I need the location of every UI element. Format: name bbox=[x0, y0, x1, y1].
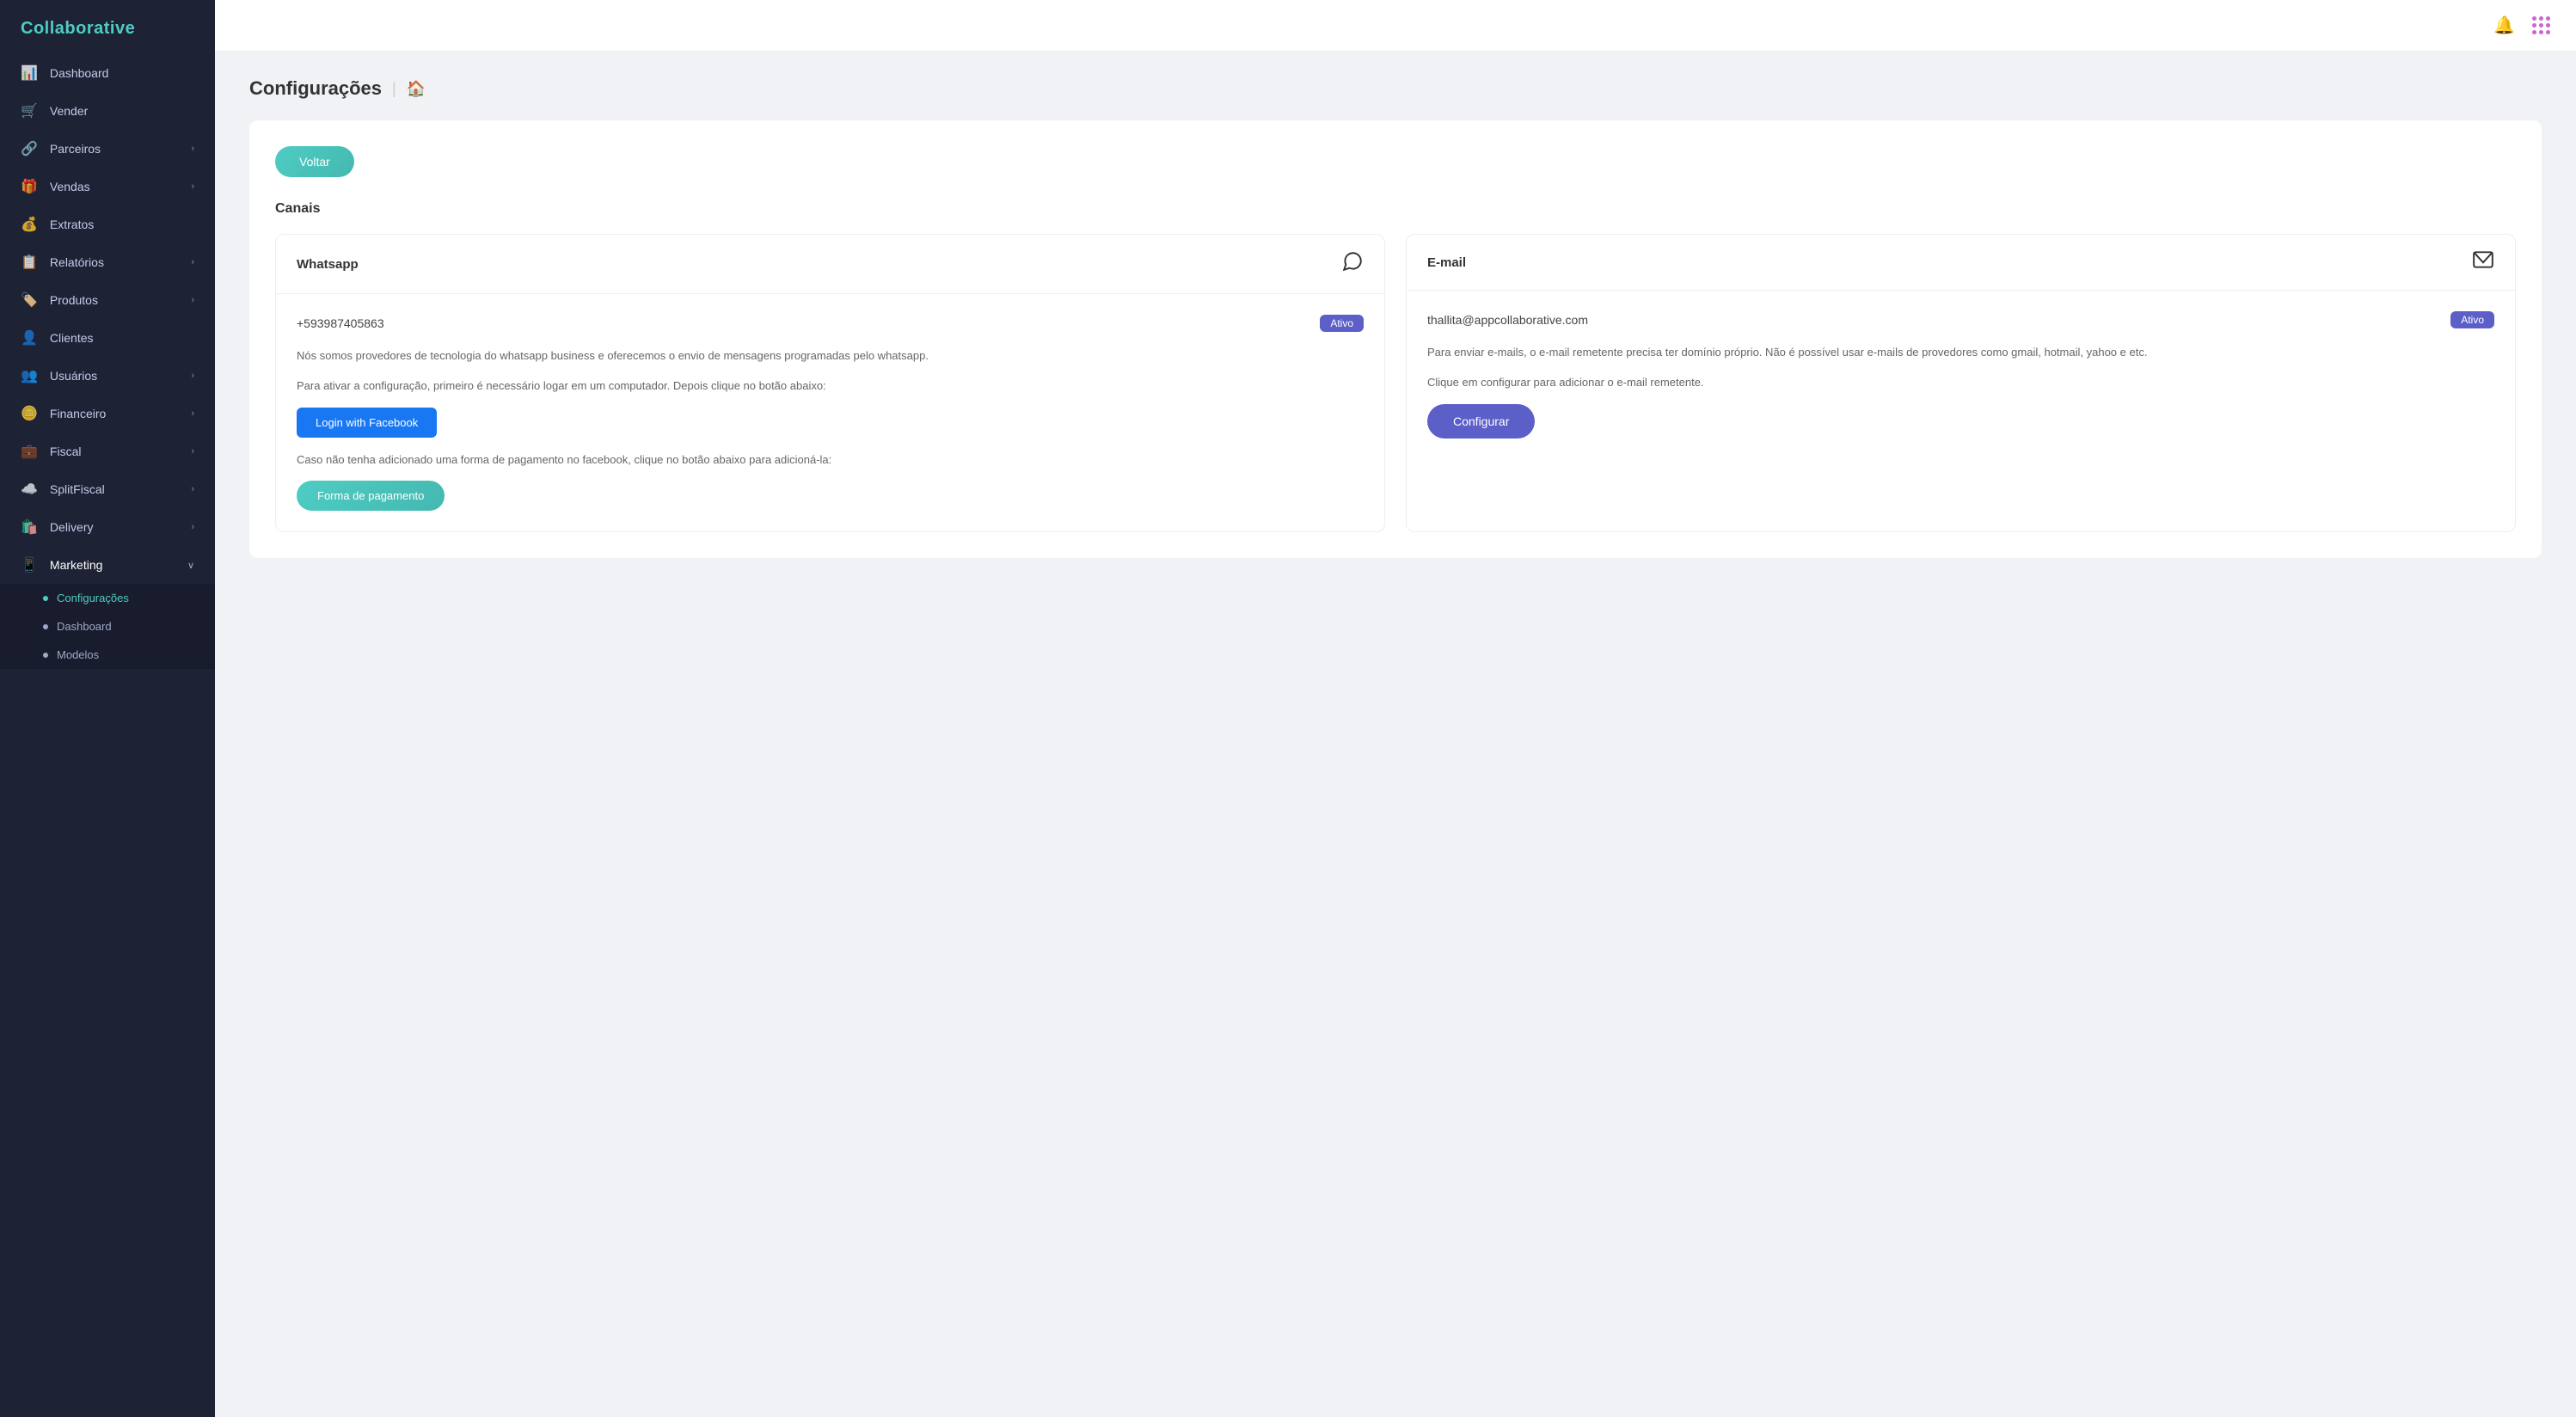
vendas-icon: 🎁 bbox=[21, 178, 38, 195]
sidebar-item-dashboard[interactable]: 📊 Dashboard bbox=[0, 54, 215, 92]
topbar-icons: 🔔 bbox=[2493, 15, 2550, 36]
sidebar-item-usuarios[interactable]: 👥 Usuários › bbox=[0, 357, 215, 395]
email-info-row: thallita@appcollaborative.com Ativo bbox=[1427, 311, 2494, 328]
chevron-down-icon: ∨ bbox=[187, 560, 194, 571]
fiscal-icon: 💼 bbox=[21, 443, 38, 460]
extratos-icon: 💰 bbox=[21, 216, 38, 233]
email-card: E-mail thallita@appcollaborative.com Ati… bbox=[1406, 234, 2516, 532]
email-address: thallita@appcollaborative.com bbox=[1427, 313, 1588, 327]
sidebar-item-splitfiscal[interactable]: ☁️ SplitFiscal › bbox=[0, 470, 215, 508]
dashboard-icon: 📊 bbox=[21, 64, 38, 82]
chevron-right-icon: › bbox=[191, 144, 194, 154]
email-icon bbox=[2472, 250, 2494, 274]
email-card-header: E-mail bbox=[1407, 235, 2515, 291]
whatsapp-phone: +593987405863 bbox=[297, 316, 384, 330]
bell-icon[interactable]: 🔔 bbox=[2493, 15, 2515, 36]
vender-icon: 🛒 bbox=[21, 102, 38, 120]
whatsapp-status-badge: Ativo bbox=[1320, 315, 1364, 332]
home-icon[interactable]: 🏠 bbox=[407, 80, 426, 98]
chevron-right-icon: › bbox=[191, 484, 194, 494]
sidebar-item-delivery[interactable]: 🛍️ Delivery › bbox=[0, 508, 215, 546]
clientes-icon: 👤 bbox=[21, 329, 38, 347]
whatsapp-icon bbox=[1341, 250, 1364, 278]
section-title: Canais bbox=[275, 201, 2516, 217]
grid-icon[interactable] bbox=[2532, 16, 2550, 34]
chevron-right-icon: › bbox=[191, 257, 194, 267]
page-title: Configurações bbox=[249, 77, 382, 100]
usuarios-icon: 👥 bbox=[21, 367, 38, 384]
sidebar-item-produtos[interactable]: 🏷️ Produtos › bbox=[0, 281, 215, 319]
sidebar-sub-modelos[interactable]: Modelos bbox=[0, 641, 215, 669]
email-desc1: Para enviar e-mails, o e-mail remetente … bbox=[1427, 344, 2494, 362]
sidebar: Collaborative 📊 Dashboard 🛒 Vender 🔗 Par… bbox=[0, 0, 215, 1417]
relatorios-icon: 📋 bbox=[21, 254, 38, 271]
chevron-right-icon: › bbox=[191, 408, 194, 419]
sidebar-sub-dashboard[interactable]: Dashboard bbox=[0, 612, 215, 641]
marketing-icon: 📱 bbox=[21, 556, 38, 574]
email-card-body: thallita@appcollaborative.com Ativo Para… bbox=[1407, 291, 2515, 459]
financeiro-icon: 🪙 bbox=[21, 405, 38, 422]
produtos-icon: 🏷️ bbox=[21, 291, 38, 309]
breadcrumb: Configurações | 🏠 bbox=[249, 77, 2542, 100]
whatsapp-card: Whatsapp +593987405863 Ativo Nós somos bbox=[275, 234, 1385, 532]
chevron-right-icon: › bbox=[191, 446, 194, 457]
whatsapp-desc2: Para ativar a configuração, primeiro é n… bbox=[297, 377, 1364, 396]
delivery-icon: 🛍️ bbox=[21, 518, 38, 536]
sidebar-item-fiscal[interactable]: 💼 Fiscal › bbox=[0, 432, 215, 470]
sidebar-item-relatorios[interactable]: 📋 Relatórios › bbox=[0, 243, 215, 281]
email-desc2: Clique em configurar para adicionar o e-… bbox=[1427, 374, 2494, 392]
sidebar-item-marketing[interactable]: 📱 Marketing ∨ bbox=[0, 546, 215, 584]
email-status-badge: Ativo bbox=[2450, 311, 2494, 328]
parceiros-icon: 🔗 bbox=[21, 140, 38, 157]
chevron-right-icon: › bbox=[191, 295, 194, 305]
login-facebook-button[interactable]: Login with Facebook bbox=[297, 408, 437, 438]
dot-icon bbox=[43, 653, 48, 658]
whatsapp-card-body: +593987405863 Ativo Nós somos provedores… bbox=[276, 294, 1384, 531]
sidebar-item-vender[interactable]: 🛒 Vender bbox=[0, 92, 215, 130]
chevron-right-icon: › bbox=[191, 181, 194, 192]
chevron-right-icon: › bbox=[191, 522, 194, 532]
active-dot bbox=[43, 596, 48, 601]
sidebar-logo: Collaborative bbox=[0, 0, 215, 54]
whatsapp-info-row: +593987405863 Ativo bbox=[297, 315, 1364, 332]
sidebar-item-extratos[interactable]: 💰 Extratos bbox=[0, 205, 215, 243]
sidebar-item-clientes[interactable]: 👤 Clientes bbox=[0, 319, 215, 357]
whatsapp-title: Whatsapp bbox=[297, 257, 359, 272]
email-title: E-mail bbox=[1427, 255, 1466, 270]
whatsapp-desc1: Nós somos provedores de tecnologia do wh… bbox=[297, 347, 1364, 365]
topbar: 🔔 bbox=[215, 0, 2576, 52]
channels-grid: Whatsapp +593987405863 Ativo Nós somos bbox=[275, 234, 2516, 532]
sidebar-item-vendas[interactable]: 🎁 Vendas › bbox=[0, 168, 215, 205]
main-content: 🔔 Configurações | 🏠 Voltar Canais W bbox=[215, 0, 2576, 1417]
chevron-right-icon: › bbox=[191, 371, 194, 381]
sidebar-item-parceiros[interactable]: 🔗 Parceiros › bbox=[0, 130, 215, 168]
whatsapp-card-header: Whatsapp bbox=[276, 235, 1384, 294]
back-button[interactable]: Voltar bbox=[275, 146, 354, 177]
sidebar-item-financeiro[interactable]: 🪙 Financeiro › bbox=[0, 395, 215, 432]
settings-card: Voltar Canais Whatsapp bbox=[249, 120, 2542, 558]
dot-icon bbox=[43, 624, 48, 629]
page-content: Configurações | 🏠 Voltar Canais Whatsapp bbox=[215, 52, 2576, 1417]
configurar-button[interactable]: Configurar bbox=[1427, 404, 1535, 439]
whatsapp-desc3: Caso não tenha adicionado uma forma de p… bbox=[297, 451, 1364, 469]
breadcrumb-separator: | bbox=[392, 80, 396, 98]
payment-button[interactable]: Forma de pagamento bbox=[297, 481, 445, 511]
splitfiscal-icon: ☁️ bbox=[21, 481, 38, 498]
sidebar-sub-configuracoes[interactable]: Configurações bbox=[0, 584, 215, 612]
